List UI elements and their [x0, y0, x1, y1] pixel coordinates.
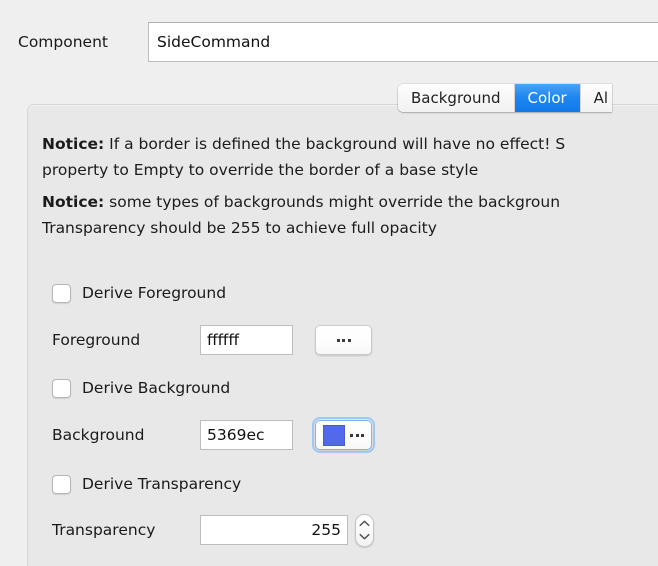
foreground-color-chooser-button[interactable] [315, 325, 372, 355]
derive-background-checkbox[interactable] [52, 378, 71, 398]
style-tab-bar: Background Color Al [398, 84, 613, 112]
notice-line-1: some types of backgrounds might override… [104, 193, 561, 211]
notice-line-1: If a border is defined the background wi… [104, 135, 566, 153]
derive-transparency-label: Derive Transparency [82, 475, 242, 493]
notice-line-2: Transparency should be 255 to achieve fu… [42, 219, 437, 237]
derive-background-row[interactable]: Derive Background [52, 377, 230, 399]
transparency-input[interactable]: 255 [200, 515, 348, 545]
background-label: Background [52, 426, 145, 444]
foreground-hex-input[interactable]: ffffff [200, 325, 293, 355]
background-hex-input[interactable]: 5369ec [200, 420, 293, 450]
derive-transparency-checkbox[interactable] [52, 474, 71, 494]
notice-line-2: property to Empty to override the border… [42, 161, 479, 179]
component-name-input[interactable]: SideCommand [148, 22, 658, 62]
derive-transparency-row[interactable]: Derive Transparency [52, 473, 241, 495]
component-label: Component [18, 33, 108, 51]
notice-prefix: Notice: [42, 193, 105, 211]
tab-background[interactable]: Background [398, 84, 515, 112]
color-settings-panel: Notice: If a border is defined the backg… [27, 104, 658, 566]
foreground-row: Foreground ffffff [52, 324, 372, 356]
derive-foreground-row[interactable]: Derive Foreground [52, 282, 226, 304]
ellipsis-icon [336, 338, 351, 342]
preferences-window: Component SideCommand Background Color A… [0, 0, 658, 566]
transparency-row: Transparency 255 [52, 513, 374, 547]
ellipsis-icon [350, 433, 364, 437]
notice-transparency: Notice: some types of backgrounds might … [42, 189, 658, 241]
notice-border-background: Notice: If a border is defined the backg… [42, 131, 658, 183]
tab-alignment[interactable]: Al [580, 84, 613, 112]
background-row: Background 5369ec [52, 417, 375, 453]
background-color-chooser-button[interactable] [312, 417, 375, 453]
transparency-stepper[interactable] [355, 513, 374, 547]
chevron-up-icon [359, 520, 370, 527]
chevron-down-icon [359, 533, 370, 540]
notice-prefix: Notice: [42, 135, 105, 153]
transparency-label: Transparency [52, 521, 156, 539]
foreground-label: Foreground [52, 331, 141, 349]
derive-background-label: Derive Background [82, 379, 231, 397]
derive-foreground-label: Derive Foreground [82, 284, 227, 302]
derive-foreground-checkbox[interactable] [52, 283, 71, 303]
color-swatch [323, 424, 345, 446]
tab-color[interactable]: Color [514, 84, 581, 112]
